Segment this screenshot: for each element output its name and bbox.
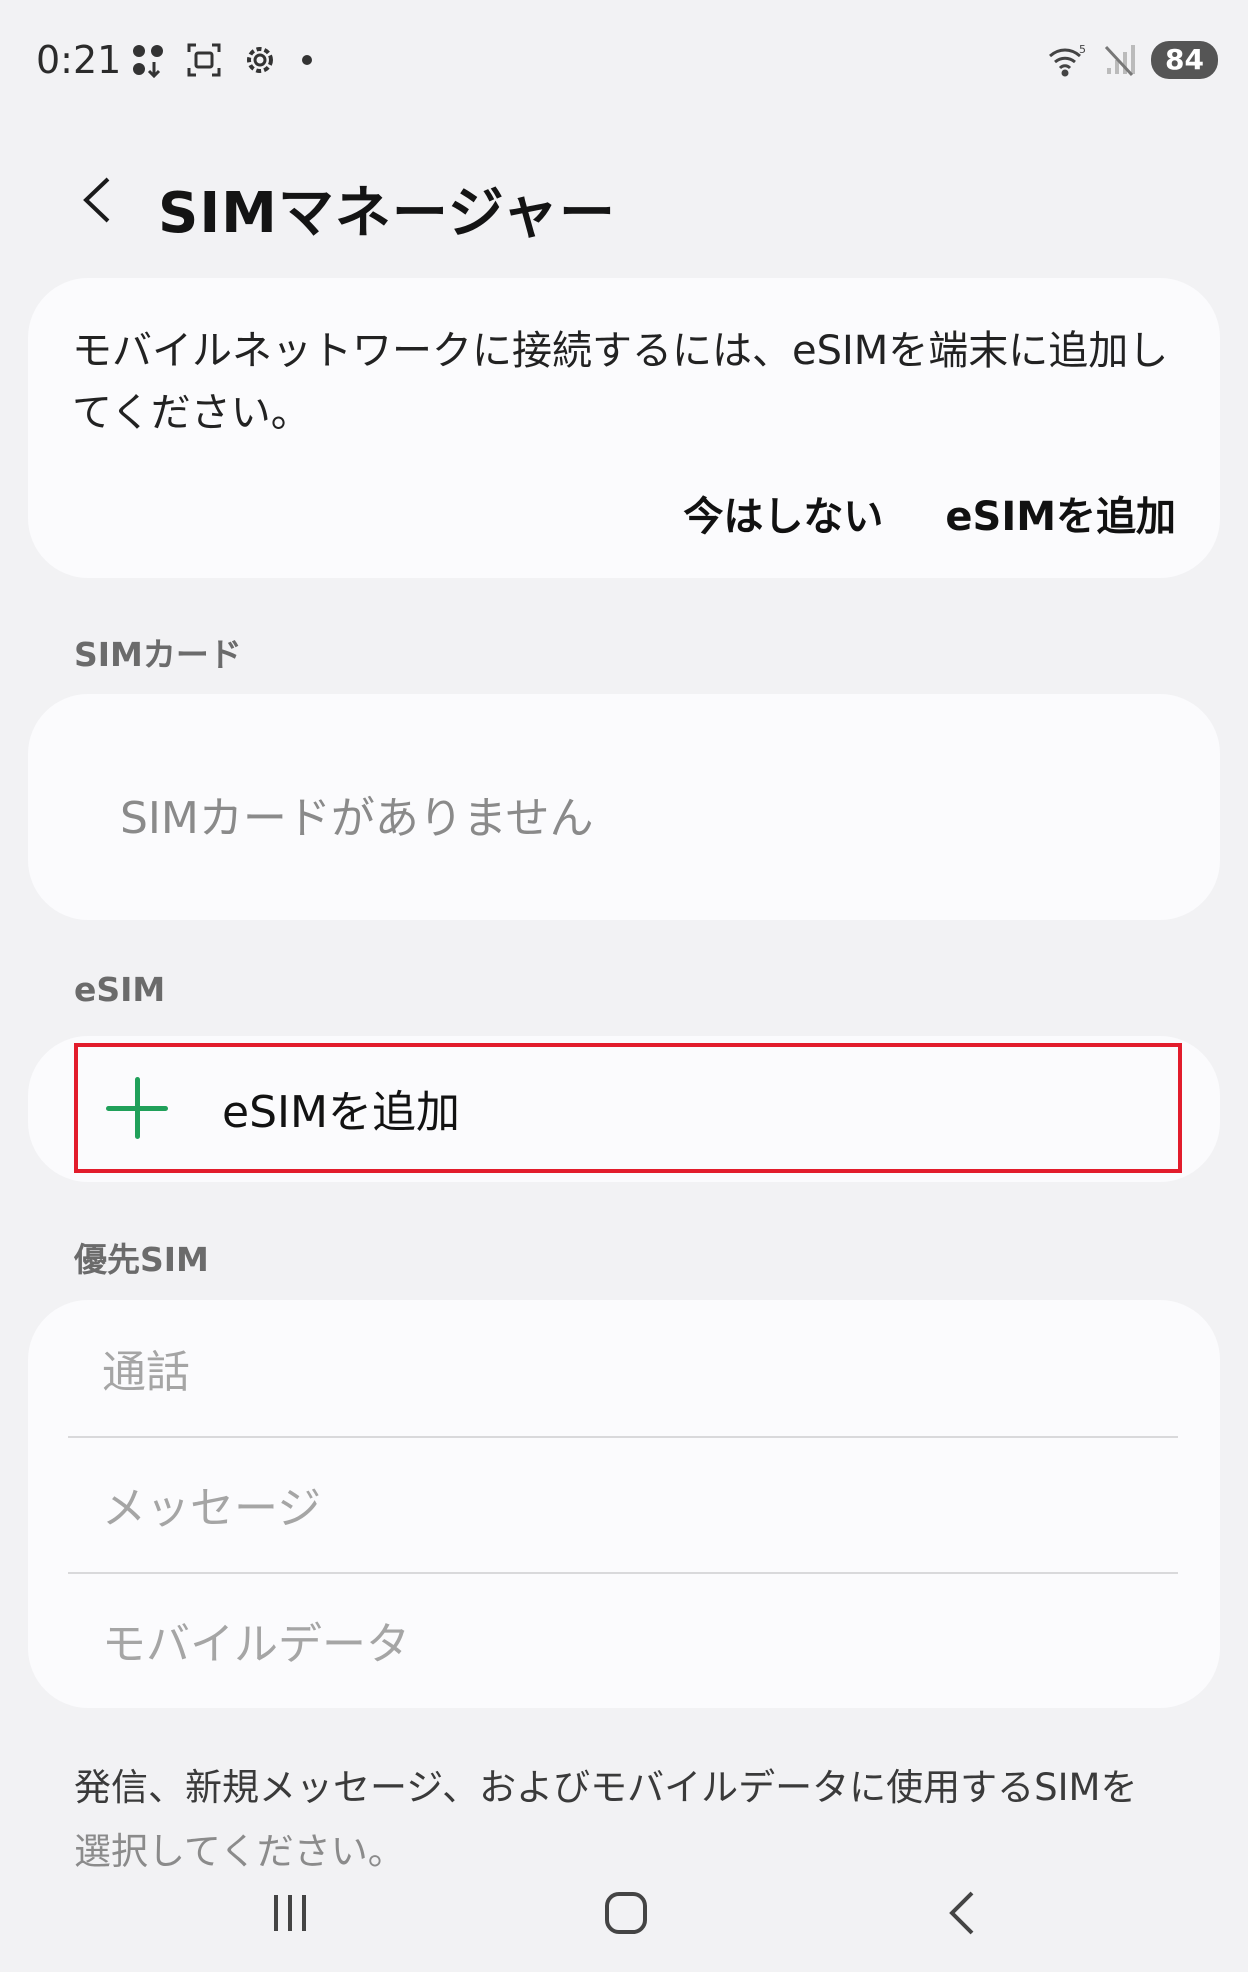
notice-message: モバイルネットワークに接続するには、eSIMを端末に追加してください。 — [72, 328, 1169, 436]
pref-item-messages-label: メッセージ — [102, 1483, 322, 1534]
section-label-esim: eSIM — [74, 970, 166, 1009]
chevron-left-icon — [83, 177, 110, 223]
back-button[interactable] — [68, 170, 128, 230]
description-line-2: 選択してください。 — [74, 1830, 405, 1873]
preferred-sim-description: 発信、新規メッセージ、およびモバイルデータに使用するSIMを 選択してください。 — [74, 1756, 1194, 1884]
home-button[interactable] — [576, 1878, 676, 1948]
recent-apps-icon — [274, 1895, 306, 1931]
no-signal-icon — [1099, 40, 1139, 80]
pref-item-mobile-data[interactable]: モバイルデータ — [68, 1572, 1178, 1708]
add-esim-label: eSIMを追加 — [222, 1087, 460, 1138]
page-title: SIMマネージャー — [158, 181, 616, 246]
more-dot-icon — [302, 55, 312, 65]
home-icon — [605, 1892, 647, 1934]
recent-apps-button[interactable] — [240, 1878, 340, 1948]
status-icons-left — [128, 40, 312, 80]
navigation-bar — [0, 1878, 1248, 1958]
screenshot-icon — [184, 40, 224, 80]
plus-icon — [102, 1073, 172, 1143]
app-header: SIMマネージャー — [0, 150, 1248, 250]
notice-actions: 今はしない eSIMを追加 — [683, 478, 1176, 548]
section-label-preferred-sim: 優先SIM — [74, 1240, 209, 1279]
sim-card-list: SIMカードがありません — [28, 694, 1220, 920]
wifi-5-icon: 5 — [1047, 40, 1087, 80]
section-label-sim-cards: SIMカード — [74, 635, 242, 674]
status-bar: 0:21 5 84 — [0, 0, 1248, 110]
preferred-sim-card: 通話 メッセージ モバイルデータ — [28, 1300, 1220, 1708]
sim-card-empty-text: SIMカードがありません — [120, 793, 594, 844]
battery-icon: 84 — [1151, 41, 1218, 79]
svg-text:5: 5 — [1079, 43, 1086, 56]
add-esim-button[interactable]: eSIMを追加 — [74, 1043, 1182, 1173]
pref-item-mobile-data-label: モバイルデータ — [102, 1619, 410, 1670]
notification-dots-icon — [128, 40, 168, 80]
esim-notice-card: モバイルネットワークに接続するには、eSIMを端末に追加してください。 今はしな… — [28, 278, 1220, 578]
settings-icon — [240, 40, 280, 80]
status-icons-right: 5 84 — [1047, 40, 1218, 80]
add-esim-notice-button[interactable]: eSIMを追加 — [945, 478, 1176, 548]
not-now-button[interactable]: 今はしない — [683, 478, 883, 548]
pref-item-calls[interactable]: 通話 — [68, 1300, 1178, 1436]
description-line-1: 発信、新規メッセージ、およびモバイルデータに使用するSIMを — [74, 1766, 1138, 1809]
nav-back-button[interactable] — [912, 1878, 1012, 1948]
esim-card: eSIMを追加 — [28, 1036, 1220, 1182]
pref-item-calls-label: 通話 — [102, 1347, 190, 1398]
status-time: 0:21 — [36, 38, 122, 82]
back-icon — [949, 1891, 974, 1935]
pref-item-messages[interactable]: メッセージ — [68, 1436, 1178, 1572]
